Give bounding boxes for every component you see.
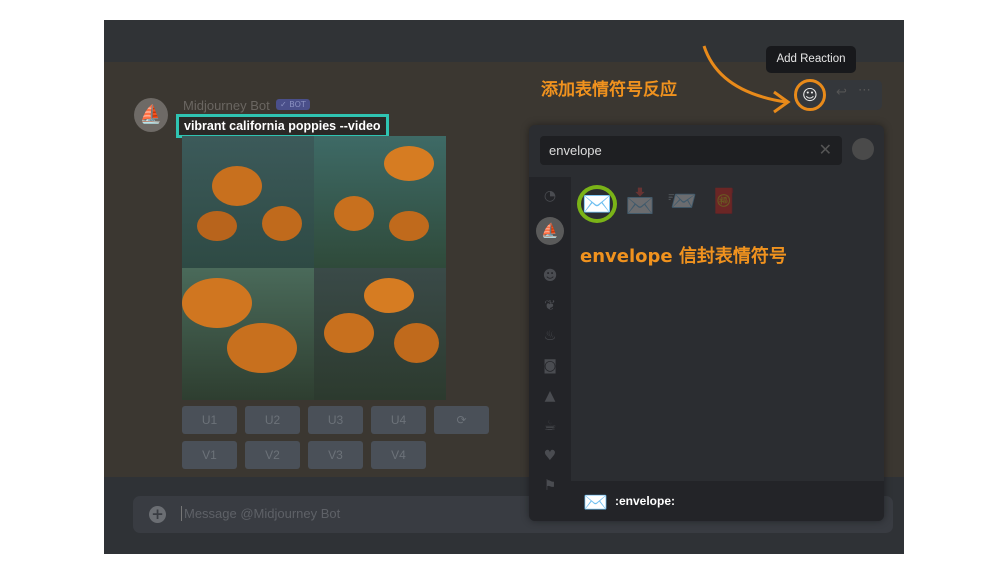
add-reaction-icon: ☺ <box>802 86 818 104</box>
symbols-icon[interactable]: ♥ <box>541 447 559 465</box>
server-emoji-icon[interactable]: ⛵ <box>536 217 564 245</box>
activities-icon[interactable]: ◙ <box>541 357 559 375</box>
variation-1-button[interactable]: V1 <box>182 441 237 469</box>
people-icon[interactable]: ☻ <box>541 267 559 285</box>
upscale-4-button[interactable]: U4 <box>371 406 426 434</box>
category-sidebar: ◔ ⛵ ☻ ❦ ♨ ◙ ▲ ☕ ♥ ⚑ <box>529 177 571 521</box>
add-attachment-icon[interactable]: + <box>149 506 166 523</box>
image-grid[interactable] <box>182 136 446 400</box>
search-value: envelope <box>549 143 602 158</box>
image-tile-1[interactable] <box>182 136 314 268</box>
image-tile-2[interactable] <box>314 136 446 268</box>
objects-icon[interactable]: ☕ <box>541 417 559 435</box>
annotation-add-reaction: 添加表情符号反应 <box>541 80 677 100</box>
emoji-red-envelope[interactable]: 🧧 <box>709 189 739 213</box>
travel-icon[interactable]: ▲ <box>541 387 559 405</box>
message-placeholder: Message @Midjourney Bot <box>181 506 340 521</box>
recent-icon[interactable]: ◔ <box>541 187 559 205</box>
emoji-search-input[interactable]: envelope ✕ <box>540 136 842 165</box>
food-icon[interactable]: ♨ <box>541 327 559 345</box>
variation-3-button[interactable]: V3 <box>308 441 363 469</box>
preview-name: :envelope: <box>615 494 676 508</box>
discord-window: ⛵ Midjourney Bot ✓ BOT vibrant californi… <box>104 20 904 554</box>
reply-icon[interactable]: ↩ <box>836 85 847 100</box>
emoji-preview: ✉️ :envelope: <box>571 481 884 521</box>
emoji-envelope-with-arrow[interactable]: 📨 <box>667 189 697 213</box>
emoji-incoming-envelope[interactable]: 📩 <box>625 189 655 213</box>
clear-icon[interactable]: ✕ <box>819 136 832 165</box>
annotation-envelope: envelope 信封表情符号 <box>580 246 787 267</box>
bot-badge: ✓ BOT <box>276 99 310 110</box>
upscale-1-button[interactable]: U1 <box>182 406 237 434</box>
image-tile-3[interactable] <box>182 268 314 400</box>
emoji-envelope[interactable]: ✉️ <box>577 185 617 223</box>
skin-tone-icon[interactable] <box>852 138 874 160</box>
reroll-button[interactable]: ⟳ <box>434 406 489 434</box>
more-icon[interactable]: ⋯ <box>858 83 871 98</box>
avatar[interactable]: ⛵ <box>134 98 168 132</box>
envelope-icon: ✉️ <box>582 190 612 218</box>
image-tile-4[interactable] <box>314 268 446 400</box>
preview-envelope-icon: ✉️ <box>583 490 608 514</box>
upscale-3-button[interactable]: U3 <box>308 406 363 434</box>
variation-4-button[interactable]: V4 <box>371 441 426 469</box>
prompt-text: vibrant california poppies --video <box>176 114 389 138</box>
emoji-picker: envelope ✕ ◔ ⛵ ☻ ❦ ♨ ◙ ▲ ☕ ♥ ⚑ ✉️ 📩 📨 🧧 … <box>529 125 884 521</box>
flags-icon[interactable]: ⚑ <box>541 477 559 495</box>
annotation-arrow <box>702 45 791 114</box>
add-reaction-button[interactable]: ☺ <box>794 79 826 111</box>
username[interactable]: Midjourney Bot <box>183 98 270 113</box>
variation-2-button[interactable]: V2 <box>245 441 300 469</box>
upscale-2-button[interactable]: U2 <box>245 406 300 434</box>
nature-icon[interactable]: ❦ <box>541 297 559 315</box>
